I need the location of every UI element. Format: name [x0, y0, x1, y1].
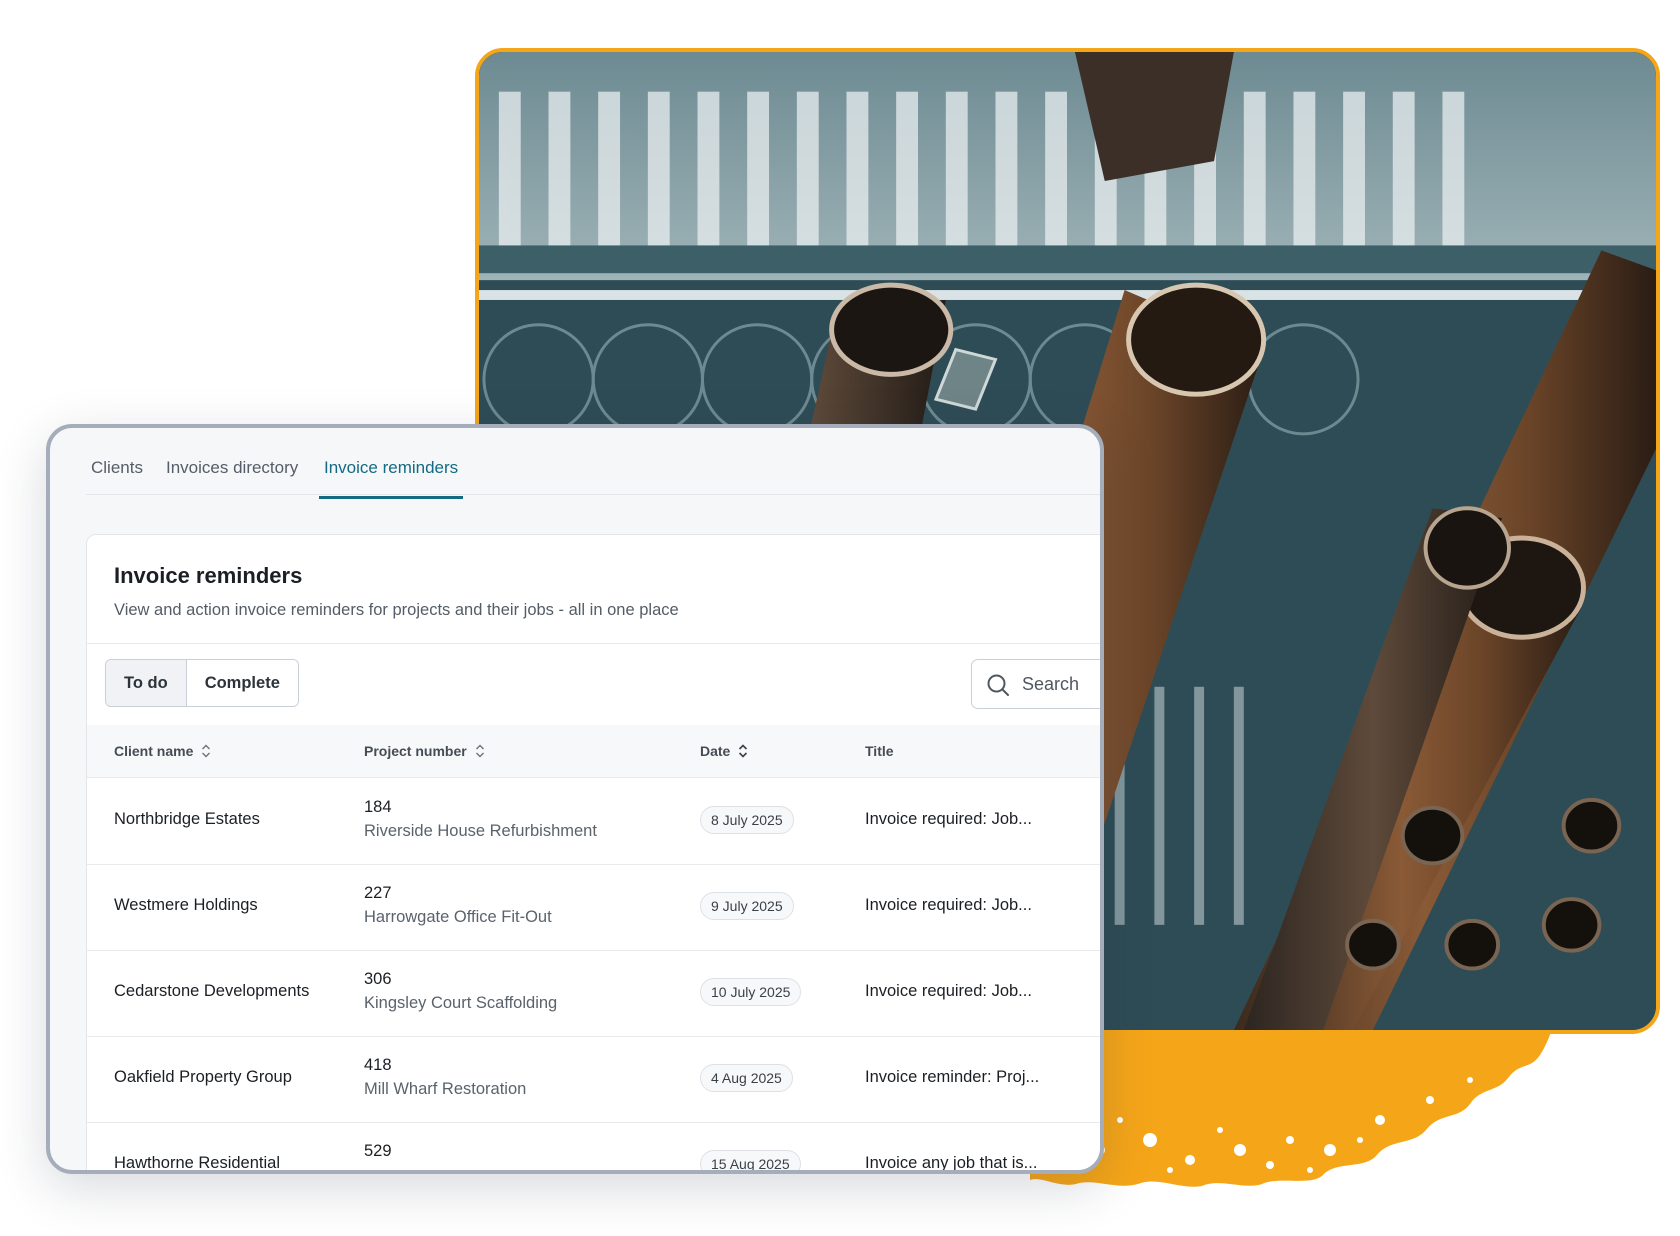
- search-icon: [987, 674, 1009, 696]
- tab-invoices-directory[interactable]: Invoices directory: [161, 458, 303, 496]
- search-input[interactable]: Search: [971, 659, 1100, 709]
- date-badge: 8 July 2025: [700, 806, 794, 834]
- project-name: Harrowgate Office Fit-Out: [364, 908, 552, 926]
- complete-filter-button[interactable]: Complete: [186, 660, 298, 706]
- reminder-title: Invoice required: Job...: [865, 896, 1032, 914]
- table-row[interactable]: Cedarstone Developments 306 Kingsley Cou…: [87, 950, 1100, 1037]
- tab-invoice-reminders[interactable]: Invoice reminders: [319, 458, 464, 499]
- project-name: Mill Wharf Restoration: [364, 1080, 527, 1098]
- tab-bar: Clients Invoices directory Invoice remin…: [86, 428, 1100, 499]
- reminder-title: Invoice any job that is...: [865, 1154, 1038, 1172]
- sort-icon[interactable]: [738, 744, 748, 758]
- reminders-panel: Invoice reminders View and action invoic…: [86, 534, 1100, 1172]
- client-name: Cedarstone Developments: [114, 982, 310, 1000]
- project-number: 227: [364, 884, 392, 902]
- column-label: Client name: [114, 743, 194, 759]
- column-label: Date: [700, 743, 731, 759]
- date-badge: 9 July 2025: [700, 892, 794, 920]
- project-name: Riverside House Refurbishment: [364, 822, 597, 840]
- sort-icon[interactable]: [201, 744, 211, 758]
- search-placeholder: Search: [1022, 674, 1080, 694]
- date-badge: 4 Aug 2025: [700, 1064, 793, 1092]
- column-label: Project number: [364, 743, 467, 759]
- column-header-client-name[interactable]: Client name: [114, 743, 211, 759]
- project-number: 306: [364, 970, 392, 988]
- page-subtitle: View and action invoice reminders for pr…: [114, 601, 679, 619]
- status-filter-toggle: To do Complete: [105, 659, 299, 707]
- project-name: Kingsley Court Scaffolding: [364, 994, 558, 1012]
- tab-clients[interactable]: Clients: [86, 458, 148, 496]
- reminder-title: Invoice required: Job...: [865, 982, 1032, 1000]
- todo-filter-button[interactable]: To do: [106, 660, 187, 706]
- reminder-title: Invoice reminder: Proj...: [865, 1068, 1040, 1086]
- column-header-project-number[interactable]: Project number: [364, 743, 485, 759]
- date-badge: 15 Aug 2025: [700, 1150, 801, 1170]
- column-header-date[interactable]: Date: [700, 743, 748, 759]
- project-number: 529: [364, 1142, 392, 1160]
- table-row[interactable]: Northbridge Estates 184 Riverside House …: [87, 778, 1100, 865]
- invoice-reminders-app-card: Clients Invoices directory Invoice remin…: [46, 424, 1104, 1174]
- project-number: 418: [364, 1056, 392, 1074]
- client-name: Hawthorne Residential: [114, 1154, 281, 1172]
- table-row[interactable]: Hawthorne Residential 529 15 Aug 2025 In…: [87, 1122, 1100, 1172]
- table-row[interactable]: Oakfield Property Group 418 Mill Wharf R…: [87, 1036, 1100, 1123]
- column-header-title: Title: [865, 743, 894, 759]
- client-name: Westmere Holdings: [114, 896, 258, 914]
- table-header: Client name Project number Date Title: [87, 725, 1100, 778]
- page-title: Invoice reminders: [114, 563, 303, 588]
- column-label: Title: [865, 743, 894, 759]
- table-row[interactable]: Westmere Holdings 227 Harrowgate Office …: [87, 864, 1100, 951]
- project-number: 184: [364, 798, 392, 816]
- header-divider: [87, 643, 1100, 644]
- date-badge: 10 July 2025: [700, 978, 802, 1006]
- sort-icon[interactable]: [475, 744, 485, 758]
- client-name: Oakfield Property Group: [114, 1068, 292, 1086]
- reminder-title: Invoice required: Job...: [865, 810, 1032, 828]
- client-name: Northbridge Estates: [114, 810, 260, 828]
